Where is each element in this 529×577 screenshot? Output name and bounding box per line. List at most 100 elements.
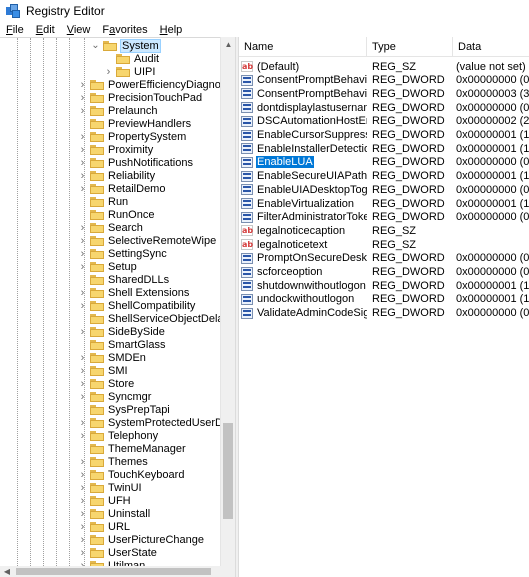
value-row[interactable]: ab (Default) REG_SZ (value not set): [239, 60, 529, 73]
tree-node[interactable]: › Themes: [78, 455, 149, 468]
chevron-right-icon[interactable]: ›: [78, 534, 87, 546]
value-row[interactable]: PromptOnSecureDesktop REG_DWORD 0x00000000…: [239, 252, 529, 265]
tree-node[interactable]: › ShellCompatibility: [78, 299, 196, 312]
value-row[interactable]: FilterAdministratorToken REG_DWORD 0x00000…: [239, 211, 529, 224]
value-row[interactable]: ConsentPromptBehaviorA... REG_DWORD 0x0000…: [239, 74, 529, 87]
tree-node[interactable]: RunOnce: [78, 208, 155, 221]
tree-node[interactable]: › SMI: [78, 364, 129, 377]
value-row[interactable]: ValidateAdminCodeSignat... REG_DWORD 0x000…: [239, 307, 529, 320]
tree-node[interactable]: Run: [78, 195, 129, 208]
chevron-right-icon[interactable]: ›: [78, 261, 87, 273]
key-tree-pane[interactable]: ⌄ System Audit › UIPI › PowerEfficiencyDiagnos…: [0, 37, 235, 577]
tree-node[interactable]: Audit: [104, 52, 160, 65]
scroll-up-arrow-icon[interactable]: ▲: [221, 37, 236, 52]
menu-edit[interactable]: Edit: [30, 24, 61, 36]
tree-node[interactable]: › Search: [78, 221, 144, 234]
tree-node[interactable]: › TwinUI: [78, 481, 143, 494]
tree-node[interactable]: › Proximity: [78, 143, 154, 156]
value-row[interactable]: EnableCursorSuppression REG_DWORD 0x000000…: [239, 129, 529, 142]
tree-node[interactable]: › UFH: [78, 494, 132, 507]
tree-node[interactable]: › UIPI: [104, 65, 156, 78]
chevron-right-icon[interactable]: ›: [78, 430, 87, 442]
tree-node[interactable]: › UserPictureChange: [78, 533, 205, 546]
tree-node[interactable]: ⌄ System: [91, 38, 161, 53]
chevron-right-icon[interactable]: ›: [78, 131, 87, 143]
value-row[interactable]: EnableVirtualization REG_DWORD 0x00000001 …: [239, 197, 529, 210]
tree-node[interactable]: › PushNotifications: [78, 156, 194, 169]
chevron-right-icon[interactable]: ›: [78, 300, 87, 312]
chevron-right-icon[interactable]: ›: [78, 326, 87, 338]
chevron-right-icon[interactable]: ›: [78, 170, 87, 182]
value-row[interactable]: EnableLUA REG_DWORD 0x00000000 (0): [239, 156, 529, 169]
values-list-pane[interactable]: Name Type Data ab (Default) REG_SZ (value n…: [239, 37, 529, 577]
tree-node[interactable]: › Syncmgr: [78, 390, 152, 403]
chevron-down-icon[interactable]: ⌄: [91, 40, 100, 51]
tree-node[interactable]: PreviewHandlers: [78, 117, 192, 130]
chevron-right-icon[interactable]: ›: [78, 105, 87, 117]
tree-node[interactable]: › SideBySide: [78, 325, 166, 338]
tree-node[interactable]: › Reliability: [78, 169, 156, 182]
tree-node[interactable]: SharedDLLs: [78, 273, 170, 286]
chevron-right-icon[interactable]: ›: [78, 495, 87, 507]
column-header-type[interactable]: Type: [367, 37, 453, 57]
column-header-data[interactable]: Data: [453, 37, 529, 57]
chevron-right-icon[interactable]: ›: [104, 66, 113, 78]
chevron-right-icon[interactable]: ›: [78, 183, 87, 195]
tree-node[interactable]: › PropertySystem: [78, 130, 187, 143]
chevron-right-icon[interactable]: ›: [78, 508, 87, 520]
tree-node[interactable]: › UserState: [78, 546, 158, 559]
tree-node[interactable]: › PowerEfficiencyDiagnostics: [78, 78, 235, 91]
chevron-right-icon[interactable]: ›: [78, 157, 87, 169]
menu-help[interactable]: Help: [154, 24, 189, 36]
tree-node[interactable]: › TouchKeyboard: [78, 468, 185, 481]
tree-node[interactable]: › SettingSync: [78, 247, 168, 260]
tree-node[interactable]: › SMDEn: [78, 351, 147, 364]
value-row[interactable]: dontdisplaylastusername REG_DWORD 0x000000…: [239, 101, 529, 114]
column-header-name[interactable]: Name: [239, 37, 367, 57]
scroll-left-arrow-icon[interactable]: ◀: [0, 566, 14, 577]
chevron-right-icon[interactable]: ›: [78, 287, 87, 299]
chevron-right-icon[interactable]: ›: [78, 417, 87, 429]
tree-node[interactable]: SysPrepTapi: [78, 403, 171, 416]
chevron-right-icon[interactable]: ›: [78, 79, 87, 91]
tree-node[interactable]: › Uninstall: [78, 507, 151, 520]
chevron-right-icon[interactable]: ›: [78, 456, 87, 468]
chevron-right-icon[interactable]: ›: [78, 521, 87, 533]
chevron-right-icon[interactable]: ›: [78, 92, 87, 104]
tree-node[interactable]: › RetailDemo: [78, 182, 166, 195]
chevron-right-icon[interactable]: ›: [78, 144, 87, 156]
tree-node[interactable]: › Setup: [78, 260, 138, 273]
tree-node[interactable]: › Prelaunch: [78, 104, 159, 117]
chevron-right-icon[interactable]: ›: [78, 222, 87, 234]
value-row[interactable]: ab legalnoticetext REG_SZ: [239, 238, 529, 251]
tree-node[interactable]: › Shell Extensions: [78, 286, 190, 299]
value-row[interactable]: ab legalnoticecaption REG_SZ: [239, 224, 529, 237]
chevron-right-icon[interactable]: ›: [78, 547, 87, 559]
menu-view[interactable]: View: [61, 24, 97, 36]
tree-node[interactable]: ShellServiceObjectDelayLoad: [78, 312, 235, 325]
scroll-thumb[interactable]: [223, 423, 233, 519]
tree-node[interactable]: › Store: [78, 377, 135, 390]
scroll-thumb-horizontal[interactable]: [16, 568, 211, 575]
tree-node[interactable]: SmartGlass: [78, 338, 166, 351]
chevron-right-icon[interactable]: ›: [78, 469, 87, 481]
value-row[interactable]: EnableSecureUIAPaths REG_DWORD 0x00000001 …: [239, 170, 529, 183]
chevron-right-icon[interactable]: ›: [78, 352, 87, 364]
chevron-right-icon[interactable]: ›: [78, 378, 87, 390]
tree-node[interactable]: › PrecisionTouchPad: [78, 91, 203, 104]
value-row[interactable]: ConsentPromptBehaviorUser REG_DWORD 0x0000…: [239, 87, 529, 100]
tree-vertical-scrollbar[interactable]: ▲: [220, 37, 235, 566]
chevron-right-icon[interactable]: ›: [78, 365, 87, 377]
tree-node[interactable]: ThemeManager: [78, 442, 187, 455]
chevron-right-icon[interactable]: ›: [78, 235, 87, 247]
chevron-right-icon[interactable]: ›: [78, 391, 87, 403]
value-row[interactable]: undockwithoutlogon REG_DWORD 0x00000001 (1…: [239, 293, 529, 306]
tree-horizontal-scrollbar[interactable]: ◀: [0, 566, 235, 577]
chevron-right-icon[interactable]: ›: [78, 248, 87, 260]
tree-node[interactable]: › Telephony: [78, 429, 159, 442]
value-row[interactable]: DSCAutomationHostEnabled REG_DWORD 0x00000…: [239, 115, 529, 128]
value-row[interactable]: shutdownwithoutlogon REG_DWORD 0x00000001 …: [239, 279, 529, 292]
menu-file[interactable]: File: [0, 24, 30, 36]
tree-node[interactable]: › SelectiveRemoteWipe: [78, 234, 217, 247]
value-row[interactable]: EnableUIADesktopToggle REG_DWORD 0x0000000…: [239, 183, 529, 196]
